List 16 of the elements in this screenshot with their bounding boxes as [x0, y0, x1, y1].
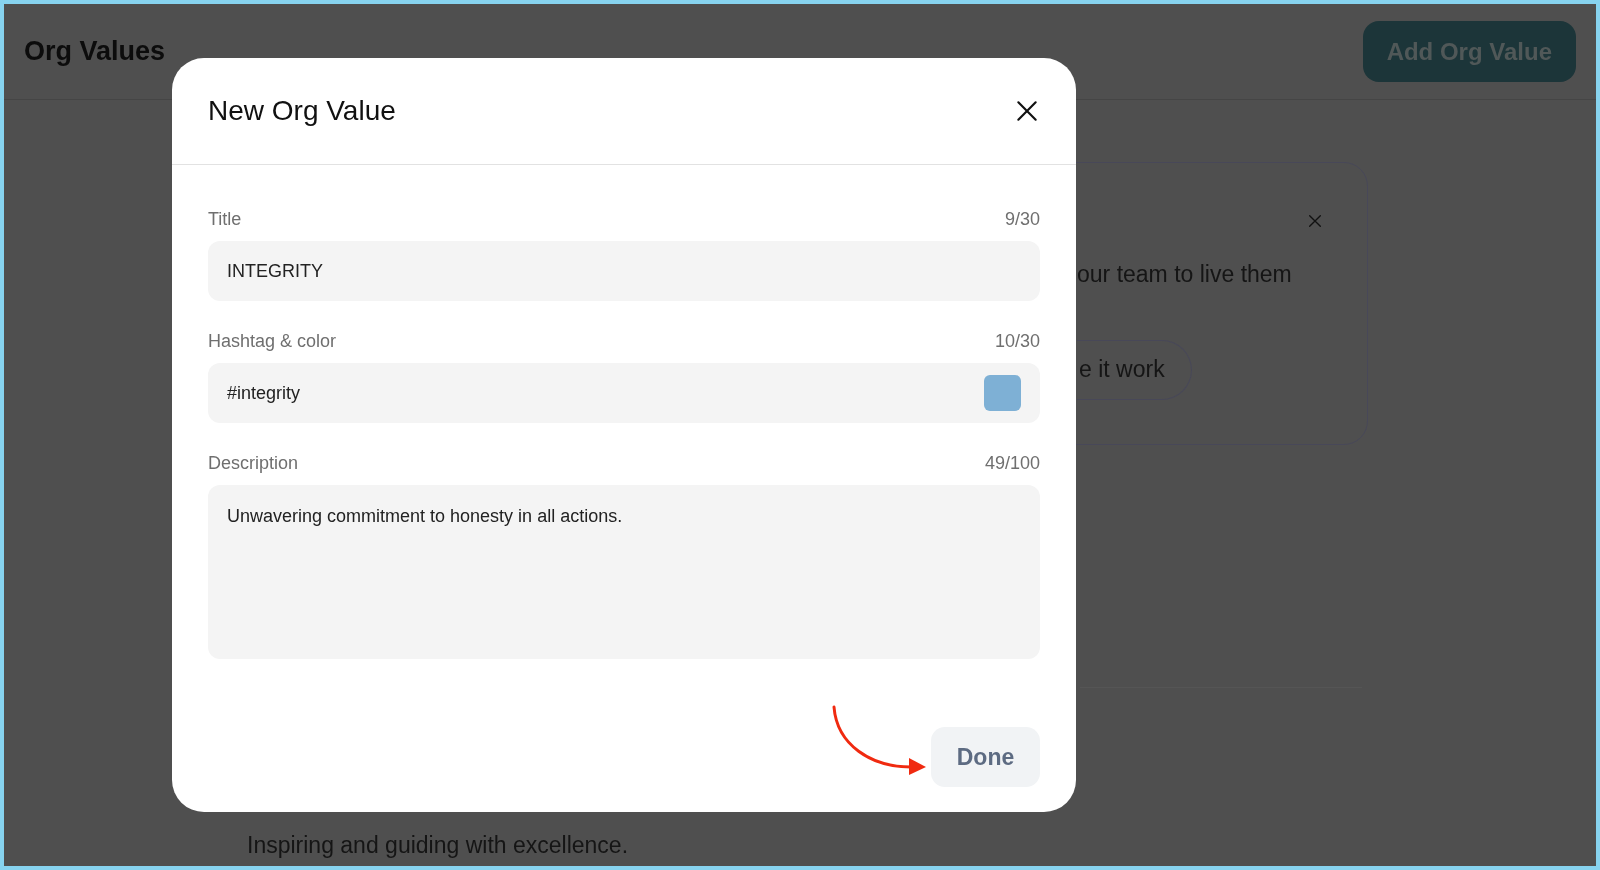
- character-count: 9/30: [1004, 207, 1040, 231]
- character-count: 49/100: [984, 451, 1040, 475]
- field-label: Title: [208, 207, 242, 231]
- dialog-title: New Org Value: [208, 94, 396, 128]
- close-icon[interactable]: [1014, 98, 1040, 124]
- value-description: Inspiring and guiding with excellence.: [247, 831, 630, 860]
- hashtag-input[interactable]: #integrity: [208, 363, 1040, 423]
- card-text: our team to live them: [1077, 260, 1293, 289]
- field-label: Description: [208, 451, 299, 475]
- done-button[interactable]: Done: [931, 727, 1040, 787]
- title-input[interactable]: INTEGRITY: [208, 241, 1040, 301]
- page-title: Org Values: [24, 35, 166, 69]
- description-input[interactable]: Unwavering commitment to honesty in all actions.: [208, 485, 1040, 659]
- field-label: Hashtag & color: [208, 329, 337, 353]
- character-count: 10/30: [994, 329, 1040, 353]
- color-swatch[interactable]: [984, 375, 1021, 411]
